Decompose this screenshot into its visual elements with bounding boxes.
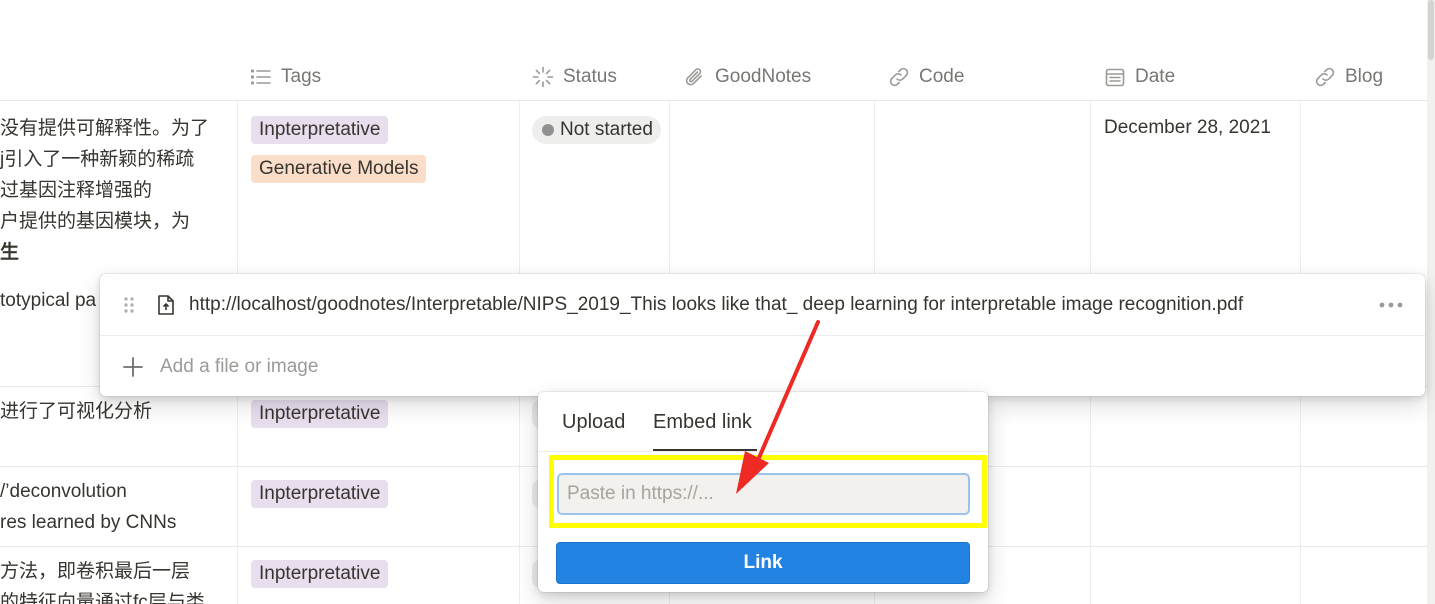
row-description-line: totypical pa bbox=[0, 290, 97, 311]
tab-embed-link[interactable]: Embed link bbox=[653, 409, 752, 435]
status-badge[interactable]: Not started bbox=[532, 116, 661, 144]
file-upload-icon bbox=[158, 295, 174, 315]
more-options-icon[interactable] bbox=[1378, 301, 1404, 309]
file-property-popup: http://localhost/goodnotes/Interpretable… bbox=[100, 274, 1425, 396]
tag-inpterpretative[interactable]: Inpterpretative bbox=[251, 480, 389, 508]
status-loader-icon bbox=[532, 66, 554, 87]
popup-tabs: Upload Embed link bbox=[538, 392, 988, 452]
column-header-tags[interactable]: Tags bbox=[250, 52, 321, 101]
column-header-date[interactable]: Date bbox=[1104, 52, 1175, 101]
list-icon bbox=[250, 68, 271, 85]
column-label: Blog bbox=[1345, 65, 1384, 87]
row-description-line: 方法，即卷积最后一层 bbox=[0, 561, 191, 582]
link-icon bbox=[1315, 67, 1335, 86]
link-icon bbox=[889, 67, 909, 86]
file-item[interactable]: http://localhost/goodnotes/Interpretable… bbox=[100, 274, 1425, 336]
row-description-line: 的特征向量通过fc层与类 bbox=[0, 592, 205, 604]
table-header: Tags Status GoodNotes Code Date Blog bbox=[0, 52, 1428, 101]
add-file-button[interactable]: Add a file or image bbox=[100, 337, 1425, 396]
column-label: Code bbox=[919, 65, 965, 87]
file-url-text[interactable]: http://localhost/goodnotes/Interpretable… bbox=[189, 292, 1243, 318]
scrollbar-thumb[interactable] bbox=[1428, 0, 1434, 60]
tag-inpterpretative[interactable]: Inpterpretative bbox=[251, 116, 389, 144]
status-dot-icon bbox=[542, 124, 554, 136]
calendar-icon bbox=[1105, 68, 1125, 86]
active-tab-indicator bbox=[653, 449, 757, 451]
link-button[interactable]: Link bbox=[556, 542, 970, 584]
column-header-status[interactable]: Status bbox=[532, 52, 617, 101]
column-label: Date bbox=[1135, 65, 1176, 87]
row-description-line: 过基因注释增强的 bbox=[0, 180, 153, 201]
column-label: Tags bbox=[281, 65, 322, 87]
row-description-line: /’deconvolution bbox=[0, 481, 127, 502]
row-description-line: 进行了可视化分析 bbox=[0, 401, 153, 422]
row-description-line: j引入了一种新颖的稀疏 bbox=[0, 149, 195, 170]
tab-upload[interactable]: Upload bbox=[562, 409, 625, 435]
row-description-line: 生 bbox=[0, 242, 20, 263]
paperclip-icon bbox=[685, 67, 702, 85]
column-header-blog[interactable]: Blog bbox=[1314, 52, 1383, 101]
column-header-goodnotes[interactable]: GoodNotes bbox=[684, 52, 811, 101]
embed-url-input[interactable] bbox=[557, 473, 970, 515]
tag-generative-models[interactable]: Generative Models bbox=[251, 155, 427, 183]
row-description-line: res learned by CNNs bbox=[0, 512, 177, 533]
tag-inpterpretative[interactable]: Inpterpretative bbox=[251, 560, 389, 588]
column-header-code[interactable]: Code bbox=[888, 52, 964, 101]
column-label: Status bbox=[563, 65, 617, 87]
add-file-label: Add a file or image bbox=[160, 356, 319, 377]
drag-handle-icon[interactable] bbox=[122, 295, 136, 315]
column-label: GoodNotes bbox=[715, 65, 812, 87]
row-description-line: 户提供的基因模块，为 bbox=[0, 211, 191, 232]
tag-inpterpretative[interactable]: Inpterpretative bbox=[251, 400, 389, 428]
vertical-scrollbar[interactable] bbox=[1427, 0, 1435, 604]
date-value: December 28, 2021 bbox=[1104, 117, 1271, 138]
row-description-line: 没有提供可解释性。为了 bbox=[0, 118, 210, 139]
status-label: Not started bbox=[560, 119, 653, 140]
plus-icon bbox=[123, 357, 143, 377]
